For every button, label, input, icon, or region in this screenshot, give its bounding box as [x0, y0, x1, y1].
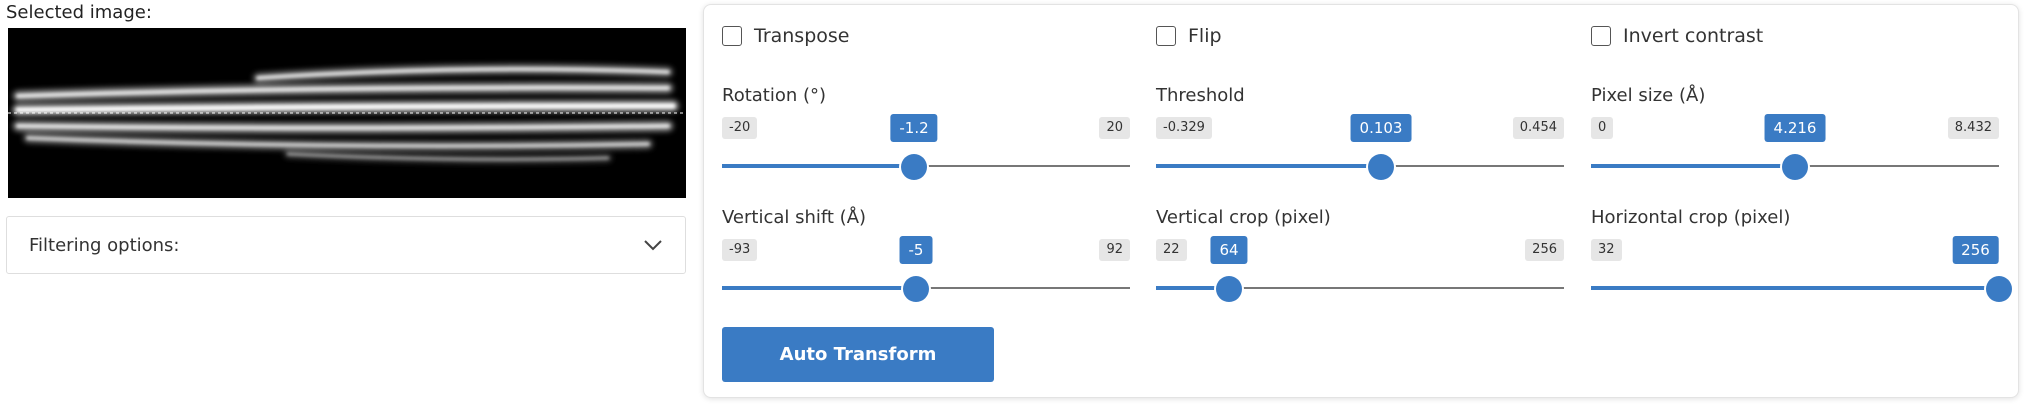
slider-title: Vertical crop (pixel) [1156, 207, 1331, 228]
slider-title: Horizontal crop (pixel) [1591, 207, 1791, 228]
slider-fill [722, 286, 916, 290]
flip-checkbox[interactable]: Flip [1156, 25, 1222, 47]
slider-title: Rotation (°) [722, 85, 827, 106]
checkbox-box[interactable] [722, 26, 742, 46]
auto-transform-button[interactable]: Auto Transform [722, 327, 994, 382]
vertical-shift-slider[interactable]: Vertical shift (Å) -93 92 -5 [722, 207, 1130, 302]
invert-contrast-label: Invert contrast [1623, 25, 1764, 47]
transpose-checkbox[interactable]: Transpose [722, 25, 849, 47]
slider-thumb[interactable] [1782, 154, 1808, 180]
slider-title: Threshold [1156, 85, 1245, 106]
horizontal-crop-slider[interactable]: Horizontal crop (pixel) 32 256 256 [1591, 207, 2012, 302]
slider-min-badge: 22 [1156, 239, 1187, 261]
vertical-crop-slider[interactable]: Vertical crop (pixel) 22 256 64 [1156, 207, 1564, 302]
slider-thumb[interactable] [1216, 276, 1242, 302]
slider-min-badge: -93 [722, 239, 758, 261]
invert-contrast-checkbox[interactable]: Invert contrast [1591, 25, 1763, 47]
slider-thumb[interactable] [903, 276, 929, 302]
slider-title: Vertical shift (Å) [722, 207, 867, 228]
pixel-size-slider[interactable]: Pixel size (Å) 0 8.432 4.216 [1591, 85, 1999, 180]
slider-title: Pixel size (Å) [1591, 85, 1706, 106]
slider-fill [1591, 164, 1795, 168]
left-panel: Selected image: Filtering options: [0, 0, 700, 414]
slider-min-badge: 32 [1591, 239, 1622, 261]
slider-max-badge: 20 [1099, 117, 1130, 139]
slider-min-badge: 0 [1591, 117, 1614, 139]
slider-value-badge: 64 [1210, 236, 1248, 264]
transform-controls-card: Transpose Flip Invert contrast Rotation … [703, 4, 2019, 398]
selected-image-label: Selected image: [6, 2, 152, 23]
slider-min-badge: -20 [722, 117, 758, 139]
transpose-label: Transpose [754, 25, 850, 47]
filtering-options-label: Filtering options: [29, 234, 180, 256]
slider-thumb[interactable] [1368, 154, 1394, 180]
slider-value-badge: 4.216 [1764, 114, 1826, 142]
selected-image [8, 28, 686, 198]
slider-fill [1156, 164, 1381, 168]
filtering-options-dropdown[interactable]: Filtering options: [6, 216, 686, 274]
checkbox-box[interactable] [1591, 26, 1611, 46]
chevron-down-icon [644, 240, 662, 251]
threshold-slider[interactable]: Threshold -0.329 0.454 0.103 [1156, 85, 1564, 180]
slider-value-badge: 0.103 [1350, 114, 1412, 142]
slider-value-badge: -5 [899, 236, 933, 264]
rotation-slider[interactable]: Rotation (°) -20 20 -1.2 [722, 85, 1130, 180]
slider-thumb[interactable] [901, 154, 927, 180]
slider-fill [722, 164, 914, 168]
slider-max-badge: 92 [1099, 239, 1130, 261]
slider-min-badge: -0.329 [1156, 117, 1212, 139]
slider-thumb[interactable] [1986, 276, 2012, 302]
slider-max-badge: 8.432 [1947, 117, 1999, 139]
checkbox-box[interactable] [1156, 26, 1176, 46]
slider-max-badge: 0.454 [1512, 117, 1564, 139]
flip-label: Flip [1188, 25, 1222, 47]
slider-max-badge: 256 [1525, 239, 1564, 261]
slider-value-badge: -1.2 [890, 114, 938, 142]
slider-value-badge: 256 [1952, 236, 1999, 264]
slider-fill [1591, 286, 1999, 290]
